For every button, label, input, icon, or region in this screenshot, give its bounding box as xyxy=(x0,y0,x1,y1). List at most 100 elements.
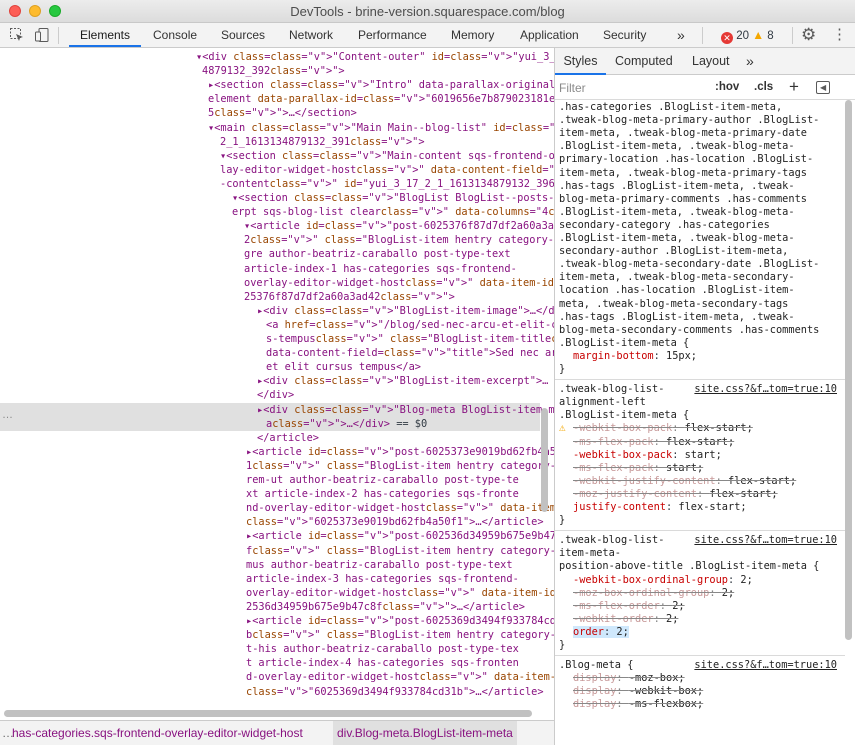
css-property-value[interactable]: 2; xyxy=(722,587,734,599)
css-property-value[interactable]: 15px; xyxy=(666,350,697,362)
css-declaration[interactable]: -ms-flex-pack: flex-start; xyxy=(573,436,734,449)
elements-dom-tree[interactable]: ▾<div class=class="v">"Content-outer" id… xyxy=(0,48,554,720)
toggle-sidebar-icon[interactable]: ◀ xyxy=(816,81,830,94)
dom-node-line[interactable]: ▾<div class=class="v">"Content-outer" id… xyxy=(0,50,554,64)
css-selector[interactable]: .has-tags .BlogList-item-meta, .tweak- xyxy=(559,311,795,324)
css-selector[interactable]: .tweak-blog-meta-primary-author .BlogLis… xyxy=(559,114,819,127)
css-selector[interactable]: .tweak-blog-list- xyxy=(559,534,664,547)
css-selector[interactable]: .BlogList-item-meta, .tweak-blog-meta- xyxy=(559,140,795,153)
dom-node-line[interactable]: article-index-1 has-categories sqs-front… xyxy=(0,262,540,276)
dom-node-line[interactable]: et elit cursus tempus</a> xyxy=(0,360,540,374)
new-style-rule-button[interactable]: + xyxy=(789,77,799,97)
dom-node-line[interactable]: <a href=class="v">"/blog/sed-nec-arcu-et… xyxy=(0,318,554,332)
dom-node-line[interactable]: ▾<section class=class="v">"BlogList Blog… xyxy=(0,191,554,205)
css-property-name[interactable]: -moz-justify-content xyxy=(573,488,697,500)
css-property-name[interactable]: -webkit-justify-content xyxy=(573,475,716,487)
dom-node-line[interactable]: lay-editor-widget-hostclass="v">" data-c… xyxy=(0,163,554,177)
css-selector[interactable]: .BlogList-item-meta { xyxy=(559,337,689,350)
css-declaration[interactable]: -moz-justify-content: flex-start; xyxy=(573,488,778,501)
css-selector[interactable]: secondary-author .BlogList-item-meta, xyxy=(559,245,788,258)
css-declaration[interactable]: -webkit-justify-content: flex-start; xyxy=(573,475,796,488)
dom-node-line[interactable]: nd-overlay-editor-widget-hostclass="v">"… xyxy=(0,501,554,515)
dom-node-line[interactable]: class="v">"6025373e9019bd62fb4a50f1">…</… xyxy=(0,515,544,529)
css-declaration[interactable]: order: 2; xyxy=(573,625,629,639)
more-options-icon[interactable]: ⋮ xyxy=(832,26,847,44)
css-property-name[interactable]: display xyxy=(573,698,616,710)
dom-node-line[interactable]: 4879132_392class="v">"> xyxy=(0,64,540,78)
minimize-window-button[interactable] xyxy=(29,5,41,17)
css-declaration[interactable]: -webkit-order: 2; xyxy=(573,613,678,626)
css-property-value[interactable]: 2; xyxy=(740,574,752,586)
dom-node-line[interactable]: bclass="v">" class="BlogList-item hentry… xyxy=(0,628,554,642)
dom-node-line[interactable]: ▸<div class=class="v">"BlogList-item-ima… xyxy=(0,304,554,318)
dom-node-line[interactable]: 2536d34959b675e9b47c8fclass="v">">…</art… xyxy=(0,600,540,614)
dom-node-line[interactable]: data-content-field=class="v">"title">Sed… xyxy=(0,346,554,360)
css-property-value[interactable]: -ms-flexbox; xyxy=(629,698,703,710)
css-selector[interactable]: location .has-location .BlogList-item- xyxy=(559,284,795,297)
dom-node-line[interactable]: ▸<div class=class="v">"BlogList-item-exc… xyxy=(0,374,548,388)
css-selector[interactable]: item-meta, .tweak-blog-meta-primary-tags xyxy=(559,167,807,180)
css-selector[interactable]: .Blog-meta { xyxy=(559,659,633,672)
css-declaration[interactable]: -webkit-box-pack: flex-start; xyxy=(573,422,753,435)
tab-layout[interactable]: Layout xyxy=(692,48,730,75)
tab-performance[interactable]: Performance xyxy=(358,23,427,47)
dom-node-line[interactable]: ▸<article id=class="v">"post-6025373e901… xyxy=(0,445,554,459)
settings-gear-icon[interactable]: ⚙ xyxy=(801,25,816,45)
dom-node-line[interactable]: 1class="v">" class="BlogList-item hentry… xyxy=(0,459,554,473)
css-declaration[interactable]: display: -webkit-box; xyxy=(573,685,703,698)
css-property-value[interactable]: flex-start; xyxy=(709,488,777,500)
css-property-value[interactable]: flex-start; xyxy=(678,501,746,513)
more-tabs-button[interactable]: » xyxy=(677,23,685,47)
css-declaration[interactable]: -moz-box-ordinal-group: 2; xyxy=(573,587,734,600)
css-declaration[interactable]: -webkit-box-ordinal-group: 2; xyxy=(573,574,753,587)
css-selector[interactable]: .tweak-blog-meta-secondary-date .BlogLis… xyxy=(559,258,819,271)
dom-node-line[interactable]: rem-ut author-beatriz-caraballo post-typ… xyxy=(0,473,540,487)
tab-memory[interactable]: Memory xyxy=(451,23,494,47)
dom-node-line[interactable]: overlay-editor-widget-hostclass="v">" da… xyxy=(0,276,554,290)
tab-security[interactable]: Security xyxy=(603,23,646,47)
dom-node-line[interactable]: article-index-3 has-categories sqs-front… xyxy=(0,572,540,586)
dom-node-line[interactable]: 2_1_1613134879132_391class="v">"> xyxy=(0,135,540,149)
dom-vertical-scrollbar[interactable] xyxy=(541,408,548,512)
css-declaration[interactable]: -ms-flex-order: 2; xyxy=(573,600,685,613)
tab-application[interactable]: Application xyxy=(520,23,579,47)
css-selector[interactable]: item-meta, .tweak-blog-meta-primary-date xyxy=(559,127,807,140)
breadcrumb-item-section[interactable]: has-categories.sqs-frontend-overlay-edit… xyxy=(12,721,303,745)
css-property-name[interactable]: -webkit-box-ordinal-group xyxy=(573,574,728,586)
warning-icon[interactable]: ⚠ xyxy=(559,421,566,434)
css-property-name[interactable]: -moz-box-ordinal-group xyxy=(573,587,709,599)
css-property-name[interactable]: -ms-flex-pack xyxy=(573,436,654,448)
css-selector[interactable]: blog-meta-secondary-comments .has-commen… xyxy=(559,324,819,337)
css-selector[interactable]: item-meta- xyxy=(559,547,621,560)
css-property-name[interactable]: -webkit-box-pack xyxy=(573,449,672,461)
rule-source-link[interactable]: site.css?&f…tom=true:10 xyxy=(694,383,837,396)
inspect-element-icon[interactable] xyxy=(9,27,25,43)
css-property-name[interactable]: -webkit-order xyxy=(573,613,654,625)
dom-node-line[interactable]: -contentclass="v">" id="yui_3_17_2_1_161… xyxy=(0,177,554,191)
css-property-name[interactable]: justify-content xyxy=(573,501,666,513)
css-selector[interactable]: alignment-left xyxy=(559,396,646,409)
css-selector[interactable]: .has-tags .BlogList-item-meta, .tweak- xyxy=(559,180,795,193)
css-property-value[interactable]: 2; xyxy=(616,625,629,638)
dom-node-line[interactable]: ▸<article id=class="v">"post-602536d3495… xyxy=(0,529,554,543)
css-property-value[interactable]: flex-start; xyxy=(685,422,753,434)
device-toolbar-icon[interactable] xyxy=(34,27,50,43)
tab-console[interactable]: Console xyxy=(153,23,197,47)
tab-styles[interactable]: Styles xyxy=(555,48,606,75)
dom-node-line[interactable]: xt article-index-2 has-categories sqs-fr… xyxy=(0,487,540,501)
css-selector[interactable]: .BlogList-item-meta, .tweak-blog-meta- xyxy=(559,206,795,219)
css-declaration[interactable]: justify-content: flex-start; xyxy=(573,501,747,514)
css-property-value[interactable]: 2; xyxy=(672,600,684,612)
dom-node-line[interactable]: fclass="v">" class="BlogList-item hentry… xyxy=(0,544,554,558)
css-declaration[interactable]: -ms-flex-pack: start; xyxy=(573,462,703,475)
tab-elements[interactable]: Elements xyxy=(69,23,141,47)
css-selector[interactable]: position-above-title .BlogList-item-meta… xyxy=(559,560,819,573)
styles-vertical-scrollbar[interactable] xyxy=(845,100,852,640)
tab-sources[interactable]: Sources xyxy=(221,23,265,47)
css-selector[interactable]: .tweak-blog-list- xyxy=(559,383,664,396)
dom-node-line[interactable]: d-overlay-editor-widget-hostclass="v">" … xyxy=(0,670,554,684)
css-selector[interactable]: blog-meta-primary-comments .has-comments xyxy=(559,193,807,206)
breadcrumb-item-selected[interactable]: div.Blog-meta.BlogList-item-meta xyxy=(333,721,517,745)
css-property-value[interactable]: 2; xyxy=(666,613,678,625)
hover-state-toggle[interactable]: :hov xyxy=(715,81,739,93)
